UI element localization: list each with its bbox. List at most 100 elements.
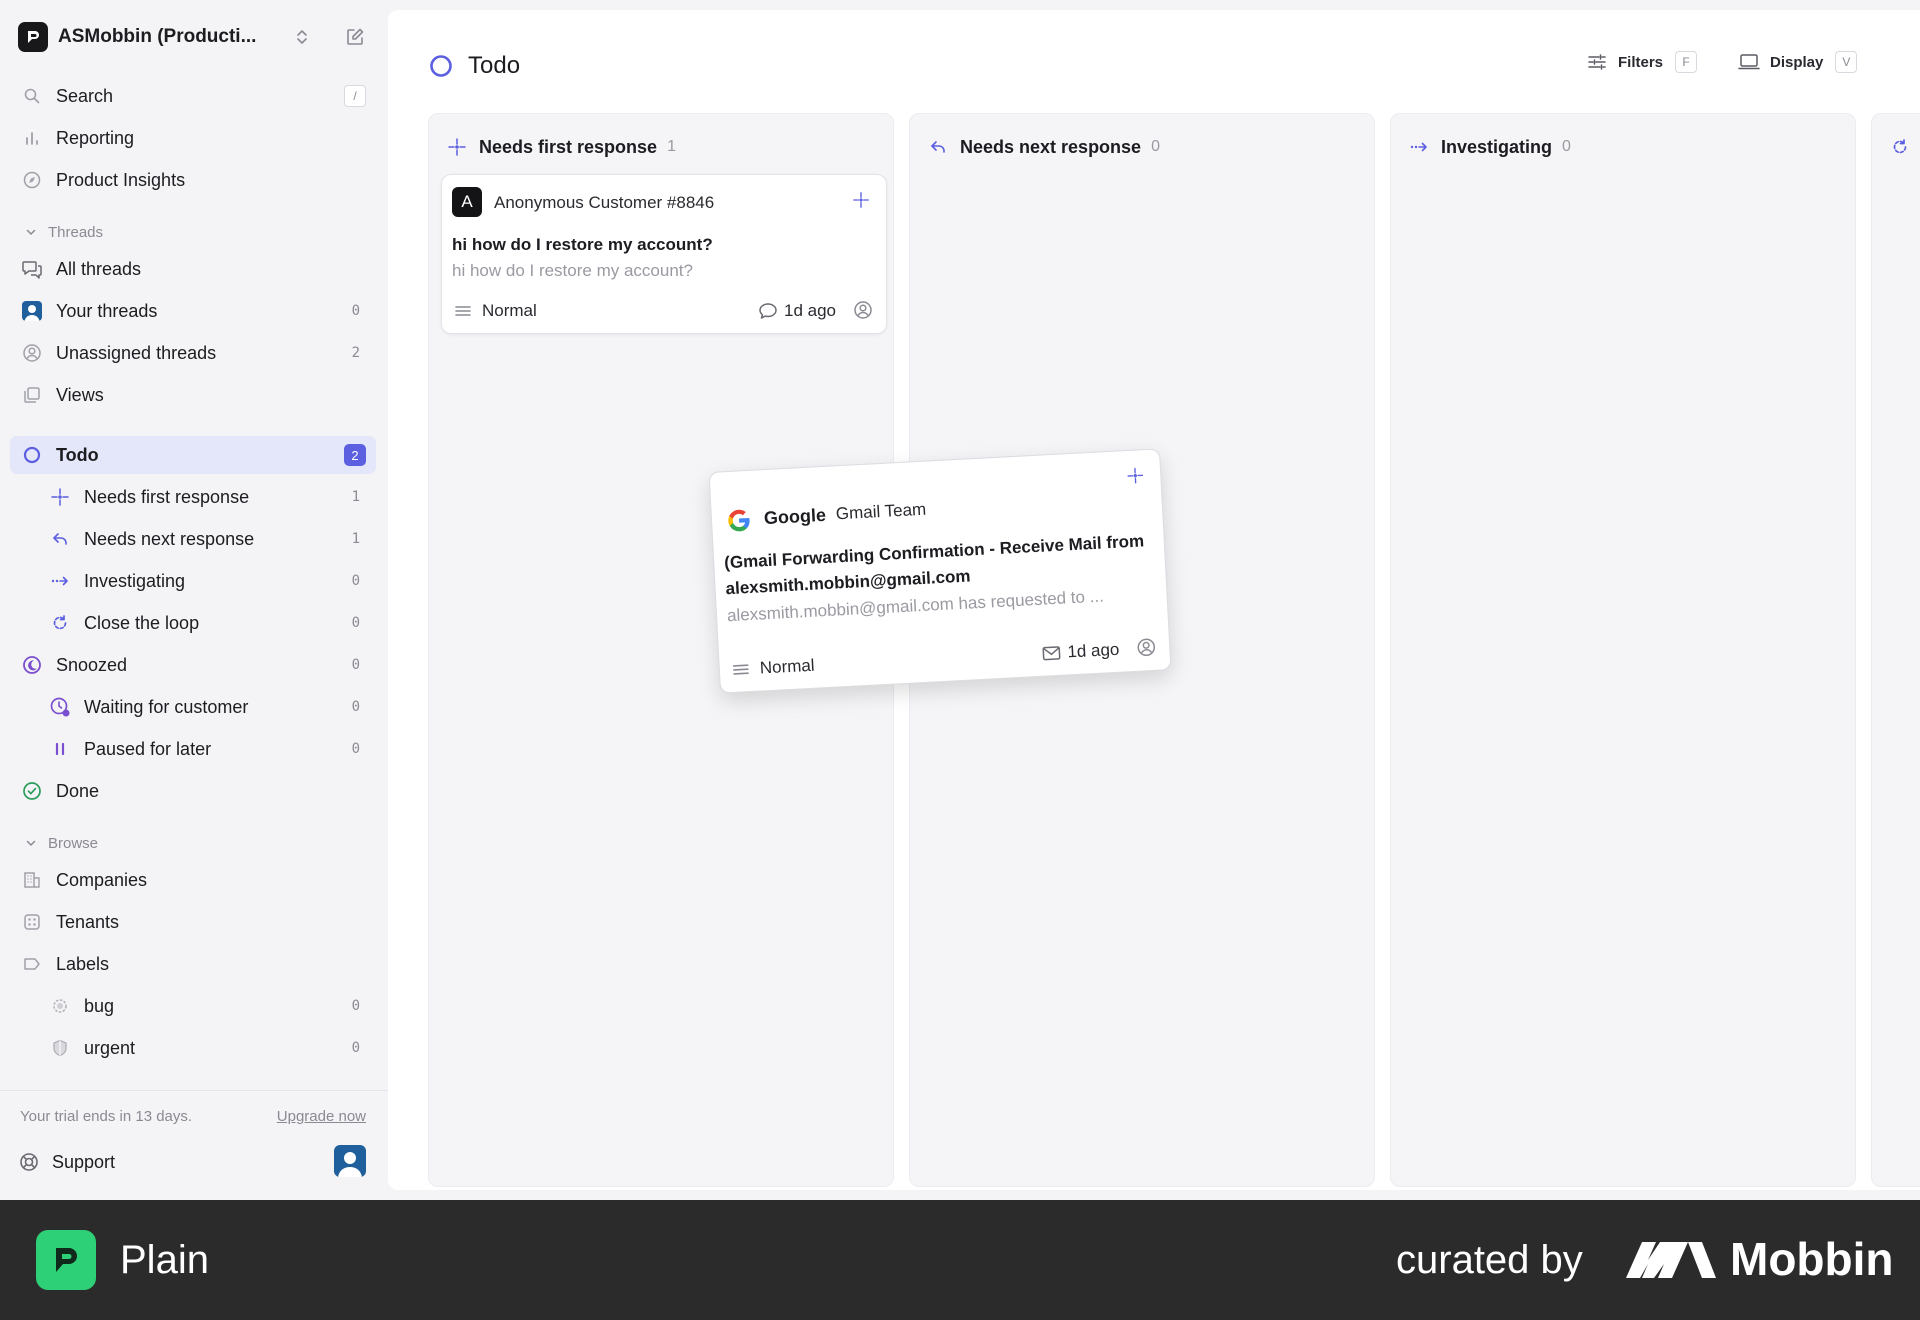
section-threads[interactable]: Threads [24,222,103,242]
sidebar-item-label: Paused for later [84,738,212,759]
pause-icon [48,737,72,761]
priority-normal-icon [454,302,472,320]
sidebar-item-todo[interactable]: Todo 2 [10,436,376,474]
sidebar-item-label: Needs next response [84,528,255,549]
sparkle-icon [1124,464,1147,487]
lifebuoy-icon [18,1151,40,1173]
assignee-icon[interactable] [852,299,874,321]
item-count: 0 [351,615,360,631]
label-tag-icon [20,952,44,976]
column-header: Needs next response 0 [928,134,1160,160]
dotted-arrow-icon [1409,137,1429,157]
sidebar-item-label: bug [84,995,115,1016]
assignee-icon[interactable] [1135,636,1158,659]
todo-circle-icon [428,53,454,79]
chevron-down-icon [24,836,38,850]
sidebar-item-paused-for-later[interactable]: Paused for later 0 [10,730,376,768]
last-activity: 1d ago [758,301,836,321]
column-count: 0 [1562,138,1571,155]
support-button[interactable]: Support [18,1148,115,1176]
customer-avatar: A [452,187,482,217]
time-label: 1d ago [1066,639,1120,662]
filters-button[interactable]: Filters F [1586,48,1698,76]
check-circle-icon [20,779,44,803]
column-header: Investigating 0 [1409,134,1571,160]
column-count: 1 [667,138,676,155]
curated-by-text: curated by [1396,1238,1583,1282]
sidebar-item-labels[interactable]: Labels [10,945,376,983]
sidebar-item-close-the-loop[interactable]: Close the loop 0 [10,604,376,642]
sidebar-item-snoozed[interactable]: Snoozed 0 [10,646,376,684]
item-count: 0 [351,741,360,757]
thread-card[interactable]: A Anonymous Customer #8846 hi how do I r… [441,174,887,334]
item-count: 0 [351,998,360,1014]
column-header [1890,134,1910,160]
priority[interactable]: Normal [731,656,815,680]
search-icon [20,84,44,108]
reply-arrow-icon [928,137,948,157]
board-column-investigating: Investigating 0 [1390,113,1856,1187]
item-count: 0 [351,699,360,715]
sidebar-item-search[interactable]: Search / [10,77,376,115]
clock-user-icon [48,695,72,719]
loop-icon [1890,137,1910,157]
sidebar-item-needs-next-response[interactable]: Needs next response 1 [10,520,376,558]
sidebar-item-label: Your threads [56,300,158,321]
sidebar-item-label: Unassigned threads [56,342,217,363]
column-title: Needs next response [960,136,1142,157]
page-header: Todo [428,46,520,86]
sidebar-item-done[interactable]: Done [10,772,376,810]
user-avatar[interactable] [334,1145,366,1177]
sidebar-item-label: Done [56,780,100,801]
support-label: Support [52,1151,116,1172]
compose-icon[interactable] [342,24,368,50]
sidebar-item-waiting-for-customer[interactable]: Waiting for customer 0 [10,688,376,726]
priority-normal-icon [731,660,750,679]
thread-preview: hi how do I restore my account? [452,261,693,280]
workspace-switcher[interactable]: ASMobbin (Producti... [18,22,370,52]
sidebar-item-tenants[interactable]: Tenants [10,903,376,941]
chat-bubbles-icon [20,257,44,281]
customer-name: Anonymous Customer #8846 [494,193,715,212]
upgrade-link[interactable]: Upgrade now [277,1108,366,1125]
sidebar-item-label: Snoozed [56,654,128,675]
priority[interactable]: Normal [454,301,537,321]
sidebar-item-label-bug[interactable]: bug 0 [10,987,376,1025]
time-label: 1d ago [784,301,836,320]
section-browse[interactable]: Browse [24,833,98,853]
customer-name: Gmail Team [835,499,927,524]
column-title: Needs first response [479,136,658,157]
building-icon [20,868,44,892]
sidebar-item-investigating[interactable]: Investigating 0 [10,562,376,600]
item-count: 0 [351,1040,360,1056]
priority-label: Normal [759,655,816,678]
sidebar-item-unassigned-threads[interactable]: Unassigned threads 2 [10,334,376,372]
moon-icon [20,653,44,677]
display-shortcut: V [1835,51,1858,73]
item-count: 0 [351,657,360,673]
display-button[interactable]: Display V [1738,48,1858,76]
item-count: 1 [351,531,360,547]
sidebar-item-views[interactable]: Views [10,376,376,414]
app-brand: Plain [120,1238,209,1282]
dragging-thread-card[interactable]: Google Gmail Team (Gmail Forwarding Conf… [708,448,1172,694]
mobbin-wordmark: Mobbin [1730,1233,1894,1285]
sidebar-item-your-threads[interactable]: Your threads 0 [10,292,376,330]
user-avatar-icon [20,299,44,323]
grid-icon [20,910,44,934]
sidebar-item-label-urgent[interactable]: urgent 0 [10,1029,376,1067]
compass-icon [20,168,44,192]
chevron-up-down-icon[interactable] [290,25,314,49]
views-icon [20,383,44,407]
board-column-close-the-loop [1871,113,1920,1187]
search-shortcut: / [344,85,366,107]
sidebar-item-all-threads[interactable]: All threads [10,250,376,288]
sidebar-item-label: Views [56,384,104,405]
sidebar-item-product-insights[interactable]: Product Insights [10,161,376,199]
sidebar-item-companies[interactable]: Companies [10,861,376,899]
section-label: Threads [48,223,104,241]
item-count: 2 [351,345,360,361]
sidebar-item-label: Reporting [56,127,135,148]
sidebar-item-reporting[interactable]: Reporting [10,119,376,157]
sidebar-item-needs-first-response[interactable]: Needs first response 1 [10,478,376,516]
